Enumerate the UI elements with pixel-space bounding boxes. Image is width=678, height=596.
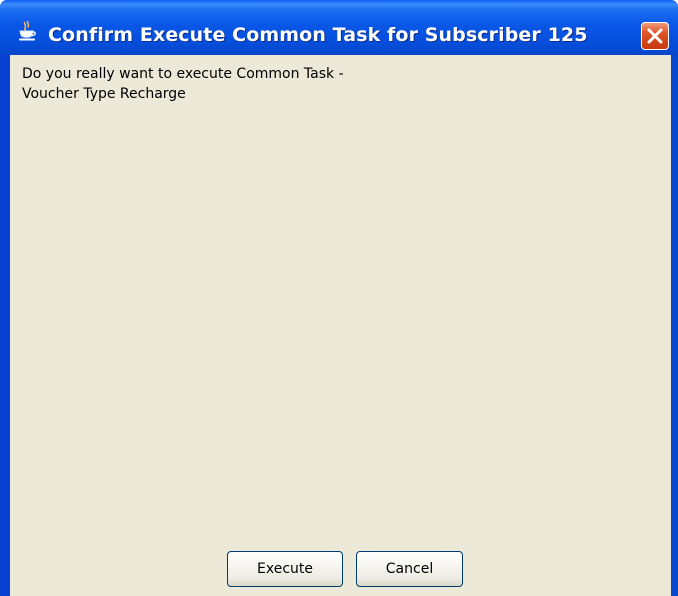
close-button[interactable] (641, 22, 669, 50)
window-title: Confirm Execute Common Task for Subscrib… (48, 24, 588, 46)
message-line-2: Voucher Type Recharge (22, 86, 186, 102)
dialog-window: Confirm Execute Common Task for Subscrib… (0, 0, 678, 596)
window-right-border (671, 55, 678, 596)
title-bar[interactable]: Confirm Execute Common Task for Subscrib… (0, 0, 678, 55)
execute-button[interactable]: Execute (227, 551, 343, 587)
cancel-button[interactable]: Cancel (356, 551, 463, 587)
dialog-content: Do you really want to execute Common Tas… (10, 55, 671, 596)
java-cup-icon (16, 20, 38, 42)
confirmation-message: Do you really want to execute Common Tas… (22, 64, 344, 104)
message-line-1: Do you really want to execute Common Tas… (22, 66, 344, 82)
